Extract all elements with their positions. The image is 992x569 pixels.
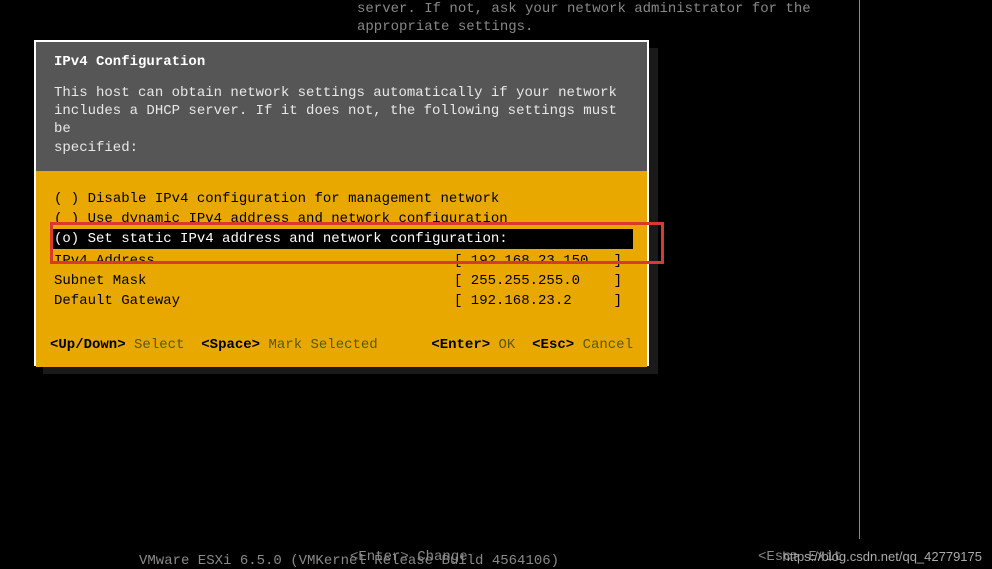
option-dynamic-ipv4[interactable]: ( ) Use dynamic IPv4 address and network… bbox=[50, 209, 633, 229]
dialog-description: This host can obtain network settings au… bbox=[54, 84, 629, 157]
field-subnet-mask[interactable]: Subnet Mask [ 255.255.255.0 ] bbox=[50, 271, 633, 291]
vertical-divider bbox=[859, 0, 860, 539]
ipv4-configuration-dialog: IPv4 Configuration This host can obtain … bbox=[34, 40, 649, 366]
option-disable-ipv4[interactable]: ( ) Disable IPv4 configuration for manag… bbox=[50, 189, 633, 209]
field-ipv4-address[interactable]: IPv4 Address [ 192.168.23.150 ] bbox=[50, 251, 633, 271]
vmware-version-line: VMware ESXi 6.5.0 (VMKernel Release Buil… bbox=[139, 553, 559, 569]
field-value-subnet[interactable]: [ 255.255.255.0 ] bbox=[454, 273, 622, 289]
dialog-header: IPv4 Configuration This host can obtain … bbox=[36, 42, 647, 171]
background-hint-text: server. If not, ask your network adminis… bbox=[357, 0, 811, 36]
dialog-title: IPv4 Configuration bbox=[54, 54, 629, 70]
field-label-gateway: Default Gateway bbox=[54, 293, 454, 309]
field-label-subnet: Subnet Mask bbox=[54, 273, 454, 289]
watermark-text: https://blog.csdn.net/qq_42779175 bbox=[783, 549, 983, 564]
dialog-footer: <Up/Down> Select <Space> Mark Selected <… bbox=[36, 325, 647, 367]
field-value-ipv4[interactable]: [ 192.168.23.150 ] bbox=[454, 253, 622, 269]
dialog-body: ( ) Disable IPv4 configuration for manag… bbox=[36, 171, 647, 325]
field-value-gateway[interactable]: [ 192.168.23.2 ] bbox=[454, 293, 622, 309]
field-default-gateway[interactable]: Default Gateway [ 192.168.23.2 ] bbox=[50, 291, 633, 311]
footer-right-hints: <Enter> OK <Esc> Cancel bbox=[431, 337, 633, 353]
footer-left-hints: <Up/Down> Select <Space> Mark Selected bbox=[50, 337, 378, 353]
option-static-ipv4[interactable]: (o) Set static IPv4 address and network … bbox=[50, 229, 633, 249]
field-label-ipv4: IPv4 Address bbox=[54, 253, 454, 269]
